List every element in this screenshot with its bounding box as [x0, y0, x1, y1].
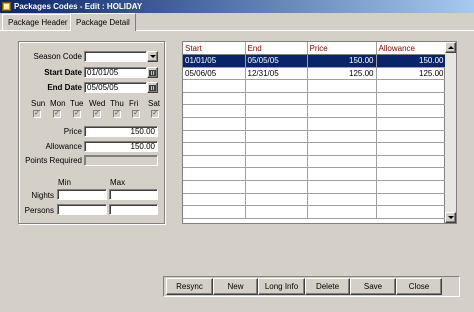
- empty-row[interactable]: [183, 104, 447, 119]
- empty-row[interactable]: [183, 193, 447, 207]
- col-header-allowance[interactable]: Allowance: [376, 42, 447, 56]
- cell-allowance: 125.00: [376, 67, 447, 81]
- start-date-calendar-button[interactable]: [147, 67, 158, 78]
- save-button[interactable]: Save: [350, 278, 396, 295]
- col-header-price[interactable]: Price: [307, 42, 377, 56]
- empty-row[interactable]: [183, 155, 447, 169]
- day-label-thu: Thu: [110, 99, 124, 108]
- cell-allowance: 150.00: [376, 54, 447, 68]
- button-label: Save: [363, 282, 383, 291]
- cell-end: 05/05/05: [245, 54, 308, 68]
- min-header: Min: [58, 178, 71, 187]
- tab-package-header[interactable]: Package Header: [2, 14, 74, 30]
- start-date-label: Start Date: [44, 68, 82, 77]
- button-label: Close: [408, 282, 430, 291]
- max-header: Max: [110, 178, 126, 187]
- empty-row[interactable]: [183, 117, 447, 131]
- window-title-bar[interactable]: Packages Codes - Edit : HOLIDAY: [0, 0, 474, 13]
- points-required-label: Points Required: [25, 156, 82, 165]
- button-label: New: [227, 282, 244, 291]
- empty-row[interactable]: [183, 142, 447, 156]
- cell-price: 150.00: [307, 54, 377, 68]
- empty-row[interactable]: [183, 205, 447, 219]
- tue-checkbox[interactable]: ✓: [73, 110, 81, 118]
- points-required-field: [84, 155, 158, 166]
- sat-checkbox[interactable]: ✓: [151, 110, 159, 118]
- window-title: Packages Codes - Edit : HOLIDAY: [14, 2, 143, 11]
- grid-vertical-scrollbar[interactable]: [445, 41, 457, 224]
- allowance-field[interactable]: 150.00: [84, 141, 158, 152]
- cell-end: 12/31/05: [245, 67, 308, 81]
- tab-package-detail[interactable]: Package Detail: [70, 13, 136, 31]
- persons-min-field[interactable]: [57, 204, 107, 215]
- cell-start: 01/01/05: [183, 54, 246, 68]
- persons-max-field[interactable]: [109, 204, 158, 215]
- empty-row[interactable]: [183, 180, 447, 194]
- delete-button[interactable]: Delete: [305, 278, 350, 295]
- new-button[interactable]: New: [213, 278, 258, 295]
- end-date-label: End Date: [47, 83, 82, 92]
- day-label-sun: Sun: [31, 99, 46, 108]
- calendar-icon: [149, 84, 156, 91]
- resync-button[interactable]: Resync: [166, 278, 213, 295]
- arrow-down-icon: [447, 216, 454, 219]
- cell-price: 125.00: [307, 67, 377, 81]
- long-info-button[interactable]: Long Info: [258, 278, 305, 295]
- day-label-tue: Tue: [70, 99, 84, 108]
- season-grid[interactable]: Start End Price Allowance 01/01/05 05/05…: [182, 41, 447, 224]
- grid-header-row: Start End Price Allowance: [183, 42, 447, 56]
- arrow-up-icon: [447, 46, 454, 49]
- nights-max-field[interactable]: [109, 189, 158, 200]
- mon-checkbox[interactable]: ✓: [53, 110, 61, 118]
- allowance-label: Allowance: [45, 142, 82, 151]
- close-button[interactable]: Close: [396, 278, 442, 295]
- empty-row[interactable]: [183, 130, 447, 144]
- cell-start: 05/06/05: [183, 67, 246, 81]
- empty-row[interactable]: [183, 92, 447, 106]
- day-label-wed: Wed: [89, 99, 106, 108]
- price-label: Price: [63, 127, 82, 136]
- col-header-start[interactable]: Start: [183, 42, 246, 56]
- end-date-field[interactable]: 05/05/05: [84, 82, 147, 93]
- sun-checkbox[interactable]: ✓: [33, 110, 41, 118]
- day-label-mon: Mon: [50, 99, 66, 108]
- wed-checkbox[interactable]: ✓: [93, 110, 101, 118]
- day-label-sat: Sat: [148, 99, 161, 108]
- fri-checkbox[interactable]: ✓: [132, 110, 140, 118]
- tab-label: Package Detail: [76, 18, 130, 27]
- season-code-field[interactable]: [84, 51, 147, 62]
- empty-row[interactable]: [183, 167, 447, 182]
- nights-label: Nights: [31, 191, 54, 200]
- season-code-dropdown-button[interactable]: [147, 51, 158, 62]
- table-row[interactable]: 05/06/05 12/31/05 125.00 125.00: [183, 67, 447, 81]
- col-header-end[interactable]: End: [245, 42, 308, 56]
- button-label: Resync: [176, 282, 203, 291]
- empty-row[interactable]: [183, 79, 447, 93]
- scroll-up-button[interactable]: [445, 42, 456, 53]
- day-label-fri: Fri: [129, 99, 139, 108]
- chevron-down-icon: [149, 55, 156, 58]
- table-row[interactable]: 01/01/05 05/05/05 150.00 150.00: [183, 54, 447, 68]
- start-date-field[interactable]: 01/01/05: [84, 67, 147, 78]
- button-label: Delete: [315, 282, 340, 291]
- nights-min-field[interactable]: [57, 189, 107, 200]
- calendar-icon: [149, 69, 156, 76]
- end-date-calendar-button[interactable]: [147, 82, 158, 93]
- thu-checkbox[interactable]: ✓: [113, 110, 121, 118]
- button-label: Long Info: [264, 282, 299, 291]
- scroll-down-button[interactable]: [445, 212, 456, 223]
- persons-label: Persons: [24, 206, 54, 215]
- price-field[interactable]: 150.00: [84, 126, 158, 137]
- tab-label: Package Header: [8, 18, 68, 27]
- app-icon: [2, 2, 11, 11]
- season-code-label: Season Code: [33, 52, 82, 61]
